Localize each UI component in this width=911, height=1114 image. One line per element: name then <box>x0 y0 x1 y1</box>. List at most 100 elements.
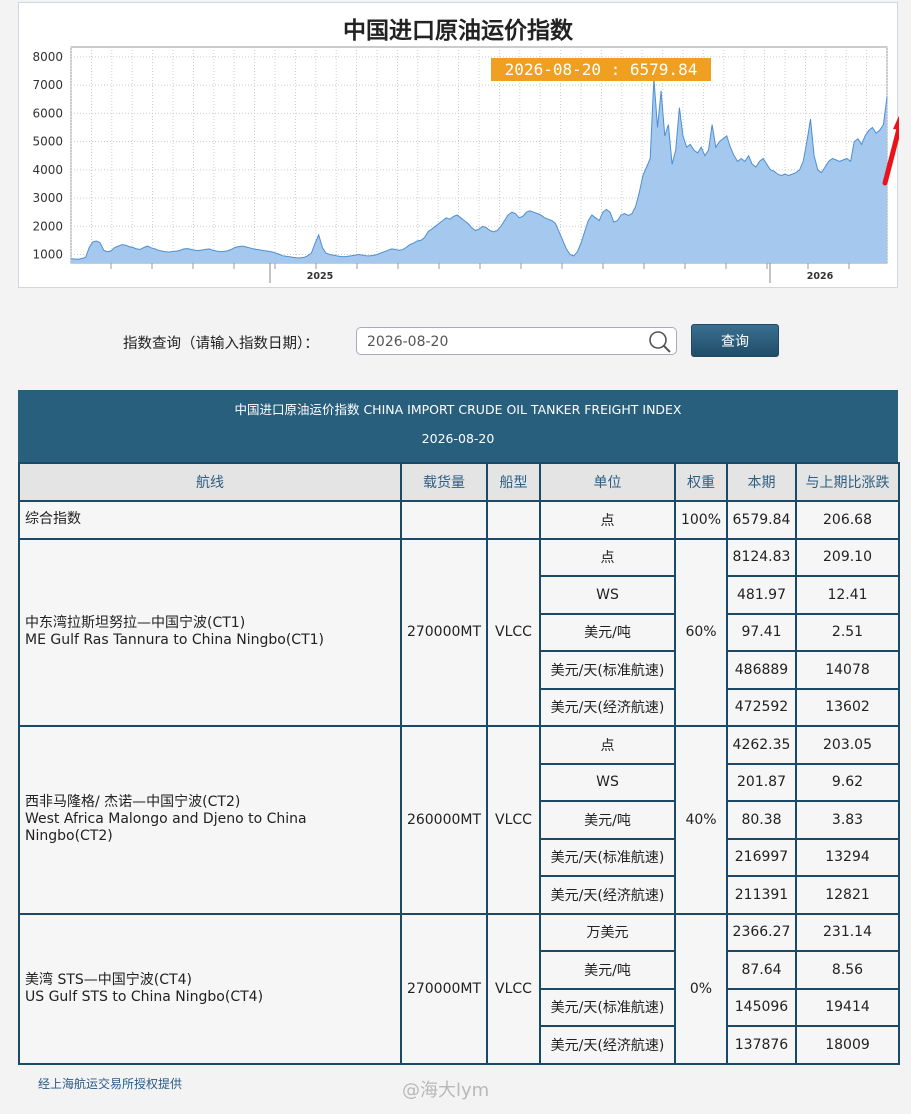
footer-note: 经上海航运交易所授权提供 <box>38 1077 183 1091</box>
unit-cell: 美元/天(经济航速) <box>539 1025 676 1065</box>
current-cell: 2366.27 <box>726 912 797 952</box>
change-cell: 9.62 <box>795 762 900 802</box>
data-table: 航线 载货量 船型 单位 权重 本期 与上期比涨跌 综合指数 点 100% 6579.84 … <box>18 462 900 1065</box>
table-row: 西非马隆格/ 杰诺—中国宁波(CT2) West Africa Malongo … <box>18 725 900 915</box>
column-header: 与上期比涨跌 <box>795 462 900 502</box>
current-cell: 201.87 <box>726 762 797 802</box>
unit-cell: 美元/天(经济航速) <box>539 687 676 727</box>
unit-cell: 点 <box>539 725 676 765</box>
y-tick-label: 8000 <box>32 50 63 64</box>
change-cell: 231.14 <box>795 912 900 952</box>
route-name-en: ME Gulf Ras Tannura to China Ningbo(CT1) <box>25 632 325 649</box>
current-cell: 4262.35 <box>726 725 797 765</box>
current-cell: 145096 <box>726 987 797 1027</box>
y-tick-label: 5000 <box>32 135 63 149</box>
column-header: 载货量 <box>400 462 488 502</box>
current-cell: 97.41 <box>726 612 797 652</box>
y-tick-label: 7000 <box>32 78 63 92</box>
index-chart[interactable]: 1000 2000 3000 4000 5000 6000 7000 8000 2025 2026 <box>19 3 899 289</box>
change-cell: 12.41 <box>795 575 900 615</box>
route-name-en: US Gulf STS to China Ningbo(CT4) <box>25 988 264 1005</box>
index-chart-panel: 1000 2000 3000 4000 5000 6000 7000 8000 2025 2026… <box>18 2 899 289</box>
route-name-cn: 美湾 STS—中国宁波(CT4) <box>25 971 192 988</box>
current-cell: 486889 <box>726 650 797 690</box>
current-cell: 6579.84 <box>726 500 797 540</box>
table-row: 综合指数 点 100% 6579.84 206.68 <box>18 500 900 540</box>
freight-index-table: 中国进口原油运价指数 CHINA IMPORT CRUDE OIL TANKER… <box>18 390 900 1065</box>
y-tick-label: 2000 <box>32 219 63 233</box>
route-cell: 综合指数 <box>18 500 402 540</box>
column-header: 权重 <box>674 462 728 502</box>
ship-cell <box>486 500 541 540</box>
change-cell: 13294 <box>795 837 900 877</box>
unit-cell: 美元/吨 <box>539 612 676 652</box>
unit-cell: WS <box>539 575 676 615</box>
change-cell: 18009 <box>795 1025 900 1065</box>
current-cell: 211391 <box>726 875 797 915</box>
change-cell: 206.68 <box>795 500 900 540</box>
search-icon[interactable] <box>648 330 672 354</box>
unit-cell: 美元/吨 <box>539 800 676 840</box>
x-tick-label: 2026 <box>807 271 834 282</box>
ship-cell: VLCC <box>486 537 541 727</box>
red-arrow-head-icon <box>893 115 899 130</box>
query-label: 指数查询（请输入指数日期）： <box>123 336 319 352</box>
table-row: 美湾 STS—中国宁波(CT4) US Gulf STS to China Ni… <box>18 912 900 1065</box>
current-cell: 472592 <box>726 687 797 727</box>
weight-cell: 100% <box>674 500 728 540</box>
unit-cell: 美元/天(标准航速) <box>539 650 676 690</box>
query-button[interactable]: 查询 <box>691 324 779 357</box>
weight-cell: 60% <box>674 537 728 727</box>
cargo-cell <box>400 500 488 540</box>
column-header: 船型 <box>486 462 541 502</box>
x-tick-label: 2025 <box>307 271 333 282</box>
change-cell: 13602 <box>795 687 900 727</box>
cargo-cell: 270000MT <box>400 912 488 1065</box>
y-tick-label: 1000 <box>32 248 63 262</box>
change-cell: 209.10 <box>795 537 900 577</box>
weight-cell: 0% <box>674 912 728 1065</box>
current-cell: 80.38 <box>726 800 797 840</box>
unit-cell: 美元/天(经济航速) <box>539 875 676 915</box>
route-cell: 美湾 STS—中国宁波(CT4) US Gulf STS to China Ni… <box>18 912 402 1065</box>
ship-cell: VLCC <box>486 725 541 915</box>
current-cell: 137876 <box>726 1025 797 1065</box>
y-tick-label: 4000 <box>32 163 63 177</box>
chart-tooltip: 2026-08-20 : 6579.84 <box>491 58 711 81</box>
route-name-cn: 西非马隆格/ 杰诺—中国宁波(CT2) <box>25 794 241 811</box>
change-cell: 8.56 <box>795 950 900 990</box>
unit-cell: 美元/天(标准航速) <box>539 837 676 877</box>
unit-cell: 美元/吨 <box>539 950 676 990</box>
cargo-cell: 260000MT <box>400 725 488 915</box>
table-row: 中东湾拉斯坦努拉—中国宁波(CT1) ME Gulf Ras Tannura t… <box>18 537 900 727</box>
unit-cell: 点 <box>539 500 676 540</box>
index-query-row: 指数查询（请输入指数日期）： 查询 <box>0 324 911 358</box>
change-cell: 19414 <box>795 987 900 1027</box>
current-cell: 216997 <box>726 837 797 877</box>
route-name-cn: 中东湾拉斯坦努拉—中国宁波(CT1) <box>25 615 246 632</box>
current-cell: 481.97 <box>726 575 797 615</box>
unit-cell: 美元/天(标准航速) <box>539 987 676 1027</box>
date-input-box[interactable] <box>356 327 677 355</box>
table-header: 中国进口原油运价指数 CHINA IMPORT CRUDE OIL TANKER… <box>18 390 898 462</box>
change-cell: 2.51 <box>795 612 900 652</box>
cargo-cell: 270000MT <box>400 537 488 727</box>
unit-cell: 点 <box>539 537 676 577</box>
route-cell: 中东湾拉斯坦努拉—中国宁波(CT1) ME Gulf Ras Tannura t… <box>18 537 402 727</box>
table-date: 2026-08-20 <box>421 431 495 446</box>
column-header: 航线 <box>18 462 402 502</box>
current-cell: 87.64 <box>726 950 797 990</box>
unit-cell: WS <box>539 762 676 802</box>
y-tick-label: 3000 <box>32 191 63 205</box>
chart-title: 中国进口原油运价指数 <box>343 18 573 44</box>
route-cell: 西非马隆格/ 杰诺—中国宁波(CT2) West Africa Malongo … <box>18 725 402 915</box>
change-cell: 3.83 <box>795 800 900 840</box>
column-header: 单位 <box>539 462 676 502</box>
y-tick-label: 6000 <box>32 106 63 120</box>
change-cell: 12821 <box>795 875 900 915</box>
change-cell: 203.05 <box>795 725 900 765</box>
date-input[interactable] <box>367 332 637 352</box>
current-cell: 8124.83 <box>726 537 797 577</box>
unit-cell: 万美元 <box>539 912 676 952</box>
header-row: 航线 载货量 船型 单位 权重 本期 与上期比涨跌 <box>18 462 900 502</box>
